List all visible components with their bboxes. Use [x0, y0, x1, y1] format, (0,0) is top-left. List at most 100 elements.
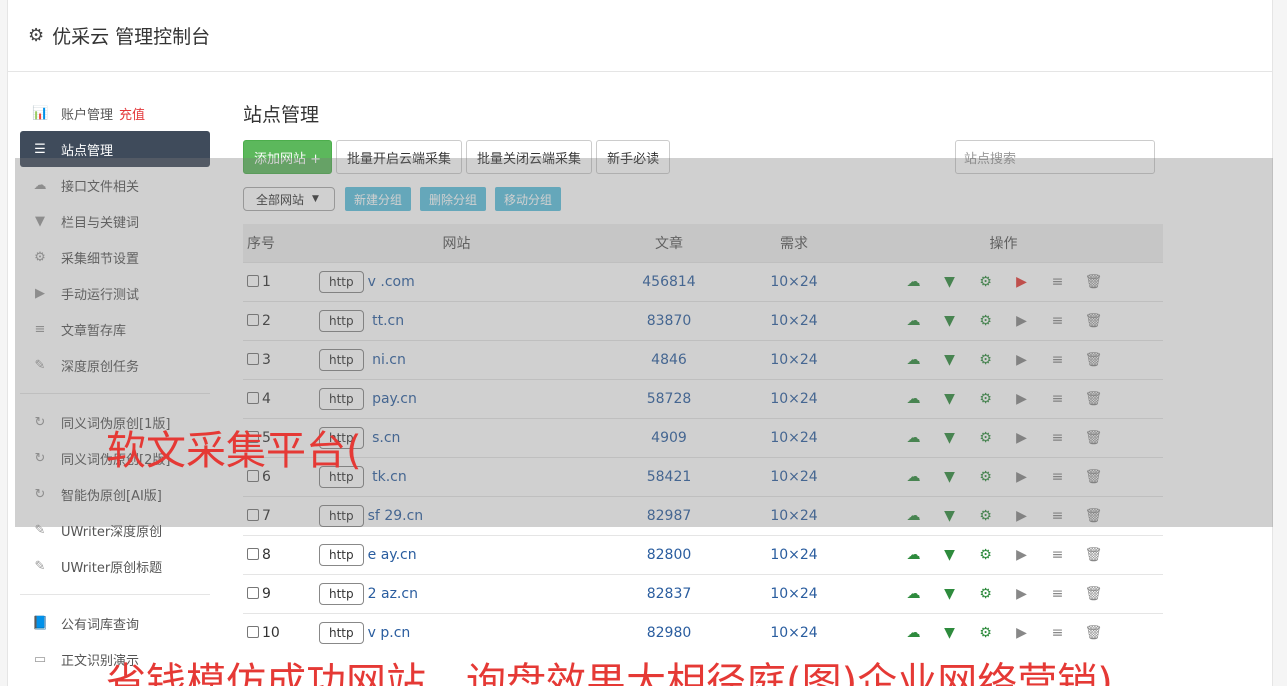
- trash-icon[interactable]: 🗑: [1076, 508, 1112, 524]
- database-icon[interactable]: ≡: [1040, 469, 1076, 485]
- protocol-badge[interactable]: http: [319, 543, 364, 566]
- row-articles[interactable]: 82980: [594, 613, 744, 652]
- sidebar-item-article-store[interactable]: ≡ 文章暂存库: [20, 311, 210, 347]
- row-articles[interactable]: 82800: [594, 535, 744, 574]
- cloud-upload-icon[interactable]: ☁: [896, 547, 932, 563]
- filter-icon[interactable]: ▼: [932, 313, 968, 329]
- trash-icon[interactable]: 🗑: [1076, 313, 1112, 329]
- protocol-badge[interactable]: http: [319, 387, 364, 410]
- site-link[interactable]: v .com: [368, 274, 415, 290]
- play-circle-icon[interactable]: ▶: [1004, 430, 1040, 446]
- cogs-icon[interactable]: ⚙: [968, 469, 1004, 485]
- row-checkbox[interactable]: [247, 352, 259, 365]
- play-circle-icon[interactable]: ▶: [1004, 313, 1040, 329]
- play-circle-icon[interactable]: ▶: [1004, 586, 1040, 602]
- cogs-icon[interactable]: ⚙: [968, 508, 1004, 524]
- cloud-upload-icon[interactable]: ☁: [896, 313, 932, 329]
- filter-icon[interactable]: ▼: [932, 391, 968, 407]
- play-circle-icon[interactable]: ▶: [1004, 391, 1040, 407]
- row-checkbox[interactable]: [247, 547, 259, 560]
- trash-icon[interactable]: 🗑: [1076, 469, 1112, 485]
- cloud-upload-icon[interactable]: ☁: [896, 274, 932, 290]
- sidebar-item-interface[interactable]: ☁ 接口文件相关: [20, 167, 210, 203]
- trash-icon[interactable]: 🗑: [1076, 391, 1112, 407]
- database-icon[interactable]: ≡: [1040, 391, 1076, 407]
- filter-icon[interactable]: ▼: [932, 586, 968, 602]
- row-articles[interactable]: 82987: [594, 496, 744, 535]
- filter-icon[interactable]: ▼: [932, 625, 968, 641]
- row-checkbox[interactable]: [247, 274, 259, 287]
- sidebar-item-uwriter-title[interactable]: ✎ UWriter原创标题: [20, 548, 210, 584]
- recharge-link[interactable]: 充值: [119, 104, 145, 123]
- row-articles[interactable]: 58728: [594, 379, 744, 418]
- cogs-icon[interactable]: ⚙: [968, 430, 1004, 446]
- site-link[interactable]: s.cn: [368, 430, 400, 446]
- sidebar-item-uwriter-deep[interactable]: ✎ UWriter深度原创: [20, 512, 210, 548]
- database-icon[interactable]: ≡: [1040, 274, 1076, 290]
- row-checkbox[interactable]: [247, 625, 259, 638]
- play-circle-icon[interactable]: ▶: [1004, 547, 1040, 563]
- filter-icon[interactable]: ▼: [932, 508, 968, 524]
- cogs-icon[interactable]: ⚙: [968, 547, 1004, 563]
- database-icon[interactable]: ≡: [1040, 547, 1076, 563]
- row-checkbox[interactable]: [247, 313, 259, 326]
- batch-close-cloud-button[interactable]: 批量关闭云端采集: [466, 140, 593, 174]
- filter-icon[interactable]: ▼: [932, 547, 968, 563]
- batch-open-cloud-button[interactable]: 批量开启云端采集: [336, 140, 463, 174]
- sidebar-item-public-lexicon[interactable]: 📘 公有词库查询: [20, 605, 210, 641]
- group-select[interactable]: 全部网站 ▼: [243, 187, 335, 211]
- cloud-upload-icon[interactable]: ☁: [896, 586, 932, 602]
- site-link[interactable]: e ay.cn: [368, 547, 417, 563]
- cloud-upload-icon[interactable]: ☁: [896, 625, 932, 641]
- row-articles[interactable]: 82837: [594, 574, 744, 613]
- filter-icon[interactable]: ▼: [932, 469, 968, 485]
- sidebar-item-account[interactable]: 📊 账户管理 充值: [20, 95, 210, 131]
- trash-icon[interactable]: 🗑: [1076, 274, 1112, 290]
- site-link[interactable]: pay.cn: [368, 391, 417, 407]
- cloud-upload-icon[interactable]: ☁: [896, 391, 932, 407]
- database-icon[interactable]: ≡: [1040, 508, 1076, 524]
- cloud-upload-icon[interactable]: ☁: [896, 508, 932, 524]
- row-checkbox[interactable]: [247, 586, 259, 599]
- row-articles[interactable]: 4846: [594, 340, 744, 379]
- filter-icon[interactable]: ▼: [932, 352, 968, 368]
- protocol-badge[interactable]: http: [319, 270, 364, 293]
- database-icon[interactable]: ≡: [1040, 586, 1076, 602]
- site-link[interactable]: sf 29.cn: [368, 508, 424, 524]
- cogs-icon[interactable]: ⚙: [968, 274, 1004, 290]
- play-circle-icon[interactable]: ▶: [1004, 508, 1040, 524]
- cogs-icon[interactable]: ⚙: [968, 586, 1004, 602]
- site-link[interactable]: tk.cn: [368, 469, 407, 485]
- site-link[interactable]: v p.cn: [368, 625, 411, 641]
- cogs-icon[interactable]: ⚙: [968, 313, 1004, 329]
- row-checkbox[interactable]: [247, 508, 259, 521]
- play-circle-icon[interactable]: ▶: [1004, 352, 1040, 368]
- play-circle-icon[interactable]: ▶: [1004, 274, 1040, 290]
- new-group-button[interactable]: 新建分组: [345, 187, 412, 211]
- sidebar-item-ai-rewrite[interactable]: ↻ 智能伪原创[AI版]: [20, 476, 210, 512]
- sidebar-item-collect-settings[interactable]: ⚙ 采集细节设置: [20, 239, 210, 275]
- database-icon[interactable]: ≡: [1040, 352, 1076, 368]
- add-site-button[interactable]: 添加网站 +: [243, 140, 333, 174]
- move-group-button[interactable]: 移动分组: [495, 187, 562, 211]
- database-icon[interactable]: ≡: [1040, 430, 1076, 446]
- play-circle-icon[interactable]: ▶: [1004, 469, 1040, 485]
- database-icon[interactable]: ≡: [1040, 313, 1076, 329]
- database-icon[interactable]: ≡: [1040, 625, 1076, 641]
- row-articles[interactable]: 4909: [594, 418, 744, 457]
- cloud-upload-icon[interactable]: ☁: [896, 352, 932, 368]
- trash-icon[interactable]: 🗑: [1076, 352, 1112, 368]
- protocol-badge[interactable]: http: [319, 621, 364, 644]
- filter-icon[interactable]: ▼: [932, 274, 968, 290]
- cogs-icon[interactable]: ⚙: [968, 391, 1004, 407]
- site-link[interactable]: tt.cn: [368, 313, 404, 329]
- trash-icon[interactable]: 🗑: [1076, 625, 1112, 641]
- protocol-badge[interactable]: http: [319, 309, 364, 332]
- sidebar-item-manual-run[interactable]: ▶ 手动运行测试: [20, 275, 210, 311]
- cogs-icon[interactable]: ⚙: [968, 352, 1004, 368]
- cogs-icon[interactable]: ⚙: [968, 625, 1004, 641]
- protocol-badge[interactable]: http: [319, 348, 364, 371]
- row-checkbox[interactable]: [247, 391, 259, 404]
- site-link[interactable]: ni.cn: [368, 352, 406, 368]
- sidebar-item-sites[interactable]: ☰ 站点管理: [20, 131, 210, 167]
